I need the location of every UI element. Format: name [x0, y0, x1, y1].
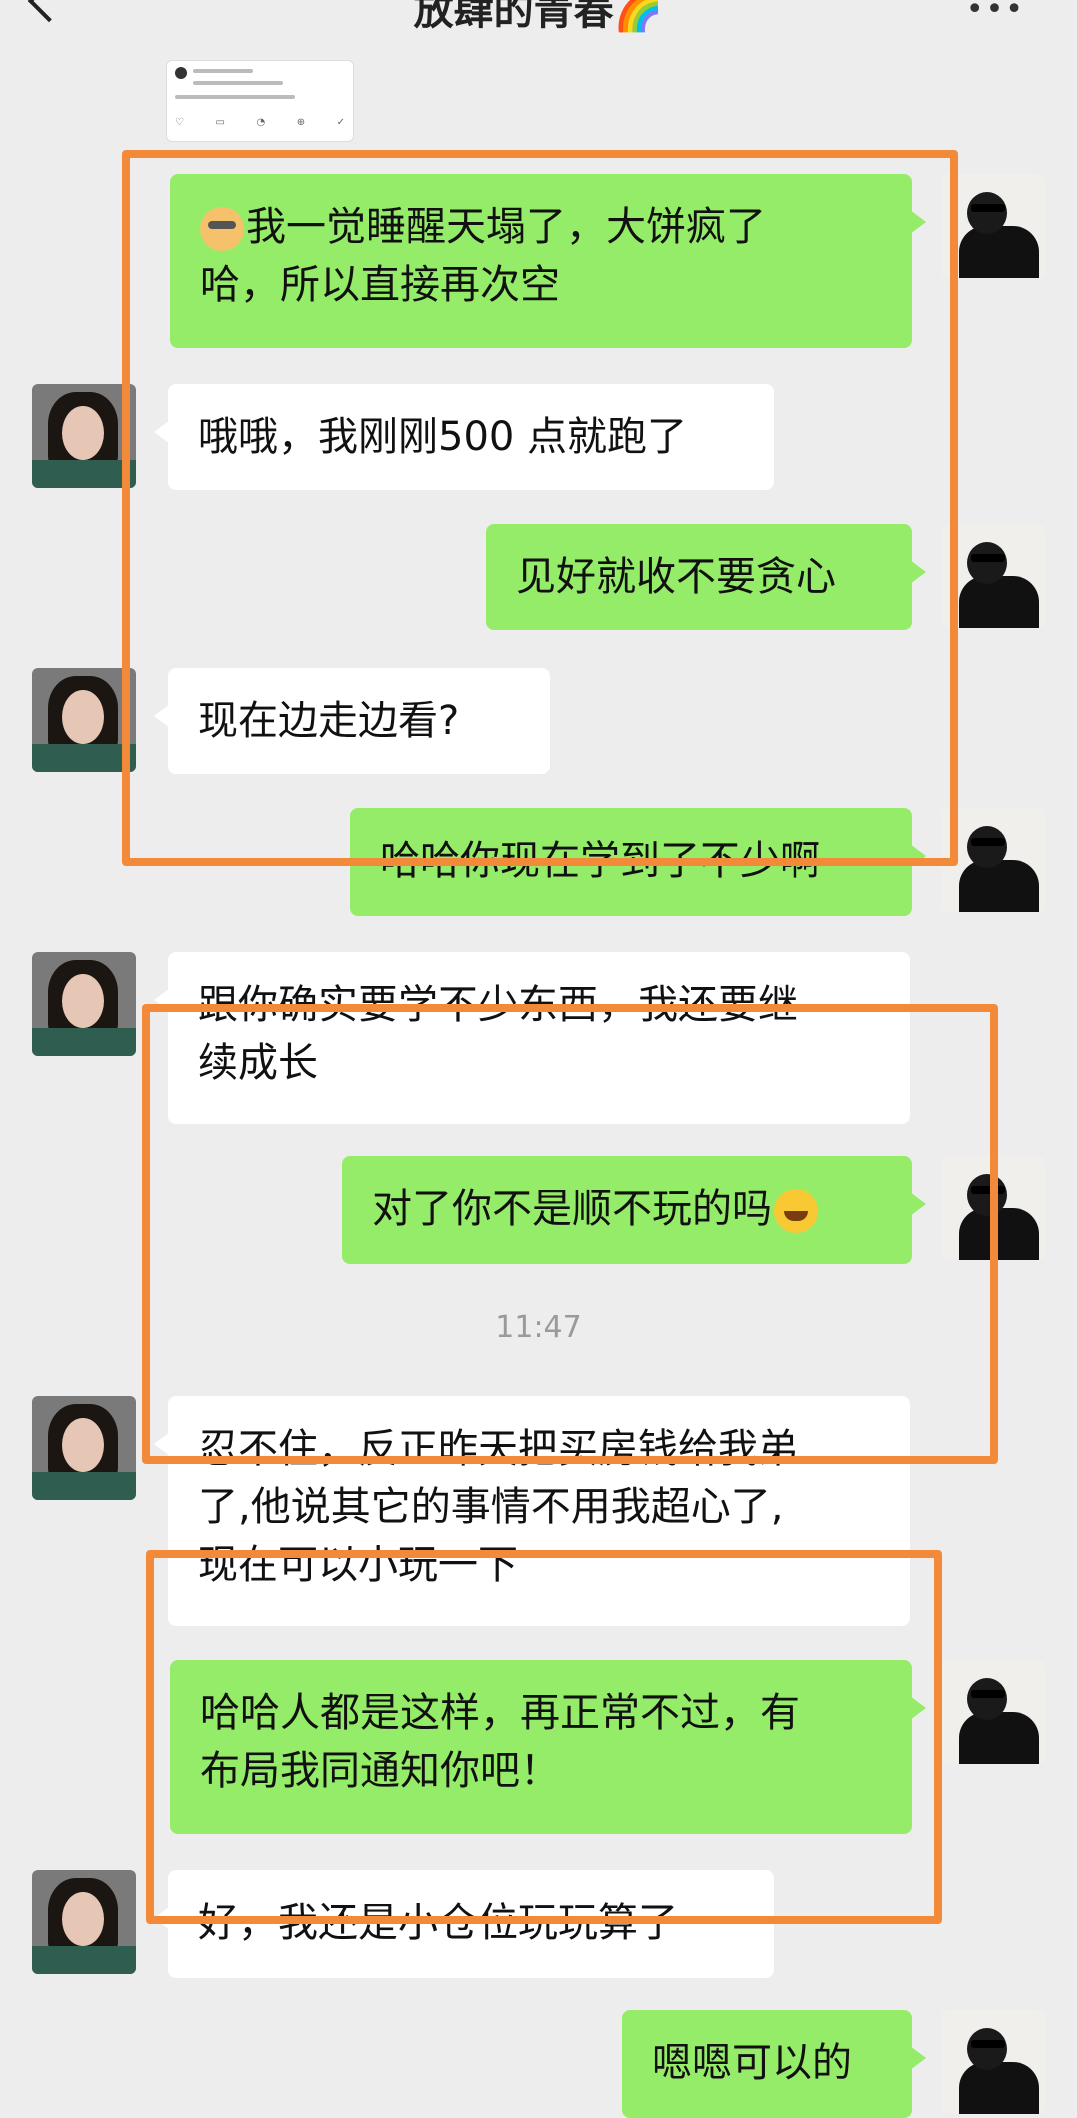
my-avatar[interactable]: [941, 174, 1045, 278]
message-bubble-outgoing[interactable]: 嗯嗯可以的: [622, 2010, 926, 2118]
thumbnail-line: [193, 69, 253, 73]
shared-screenshot-thumbnail[interactable]: ♡ ▭ ◔ ⊕ ✓: [166, 60, 354, 142]
more-icon[interactable]: •••: [966, 0, 1025, 27]
dog-sunglasses-emoji-icon: [200, 207, 244, 251]
title-bar: 放肆的青春🌈 •••: [0, 0, 1077, 40]
message-bubble-outgoing[interactable]: 对了你不是顺不玩的吗: [342, 1156, 926, 1264]
contact-avatar[interactable]: [32, 1870, 136, 1974]
contact-avatar[interactable]: [32, 668, 136, 772]
message-bubble-incoming[interactable]: 跟你确实要学不少东西，我还要继 续成长: [154, 952, 910, 1124]
my-avatar[interactable]: [941, 808, 1045, 912]
message-bubble-outgoing[interactable]: 哈哈你现在学到了不少啊: [350, 808, 926, 916]
notify-icon: ◔: [256, 117, 266, 128]
like-icon: ♡: [175, 117, 184, 128]
contact-avatar[interactable]: [32, 952, 136, 1056]
message-bubble-incoming[interactable]: 哦哦，我刚刚500 点就跑了: [154, 384, 774, 490]
my-avatar[interactable]: [941, 2010, 1045, 2114]
chat-title: 放肆的青春🌈: [413, 0, 664, 34]
follow-icon: ✓: [336, 117, 345, 128]
my-avatar[interactable]: [941, 524, 1045, 628]
message-bubble-outgoing[interactable]: 我一觉睡醒天塌了，大饼疯了 哈，所以直接再次空: [170, 174, 926, 348]
thumbnail-line: [193, 81, 283, 85]
message-bubble-incoming[interactable]: 现在边走边看?: [154, 668, 550, 774]
message-bubble-outgoing[interactable]: 哈哈人都是这样，再正常不过，有 布局我同通知你吧！: [170, 1660, 926, 1834]
laugh-cry-emoji-icon: [774, 1189, 818, 1233]
thumbnail-icon-row: ♡ ▭ ◔ ⊕ ✓: [175, 117, 345, 128]
message-timestamp: 11:47: [495, 1310, 582, 1345]
message-text: 我一觉睡醒天塌了，大饼疯了 哈，所以直接再次空: [200, 204, 766, 308]
my-avatar[interactable]: [941, 1156, 1045, 1260]
thumbnail-avatar: [175, 67, 187, 79]
contact-avatar[interactable]: [32, 384, 136, 488]
message-text: 对了你不是顺不玩的吗: [372, 1186, 772, 1232]
contact-avatar[interactable]: [32, 1396, 136, 1500]
forward-icon: ⊕: [296, 117, 306, 128]
message-bubble-outgoing[interactable]: 见好就收不要贪心: [486, 524, 926, 630]
thumbnail-line: [175, 95, 295, 99]
comment-icon: ▭: [215, 117, 225, 128]
message-bubble-incoming[interactable]: 忍不住，反正昨天把买房钱给我弟 了,他说其它的事情不用我超心了, 现在可以小玩一…: [154, 1396, 910, 1626]
my-avatar[interactable]: [941, 1660, 1045, 1764]
message-bubble-incoming[interactable]: 好，我还是小仓位玩玩算了: [154, 1870, 774, 1978]
